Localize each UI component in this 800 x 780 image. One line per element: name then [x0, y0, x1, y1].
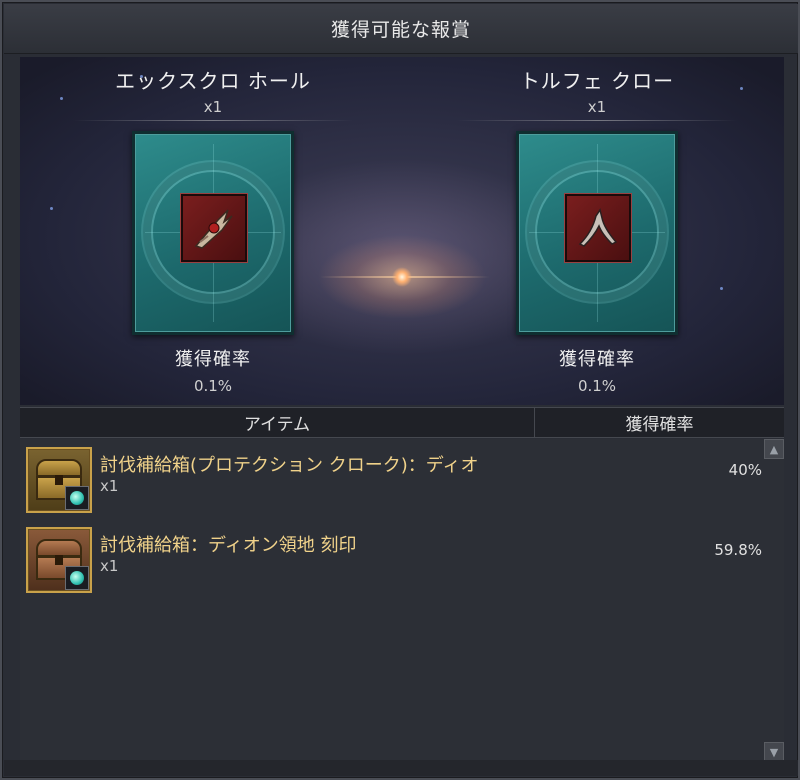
item-quantity: x1: [100, 477, 119, 495]
item-rate: 59.8%: [714, 541, 762, 559]
rate-label: 獲得確率: [559, 349, 635, 370]
reward-quantity: x1: [203, 98, 223, 116]
gem-badge-icon: [65, 486, 89, 510]
item-rate: 40%: [728, 461, 762, 479]
reward-card-1[interactable]: エックスクロ ホール x1 獲得確率 0.1%: [63, 57, 363, 405]
rate-value: 0.1%: [577, 377, 617, 395]
list-item[interactable]: 討伐補給箱(プロテクション クローク)：ディオ x1 40%: [26, 447, 766, 517]
item-list: ▲ ▼ 討伐補給箱(プロテクション クローク)：ディオ x1 40% 討伐補給箱…: [20, 439, 784, 762]
column-header-item[interactable]: アイテム: [20, 408, 535, 437]
rate-label: 獲得確率: [175, 349, 251, 370]
item-name: 討伐補給箱(プロテクション クローク)：ディオ: [100, 455, 479, 476]
scroll-down-button[interactable]: ▼: [764, 742, 784, 762]
divider: [73, 120, 353, 121]
window-footer: [4, 760, 798, 776]
star-sparkle: [50, 207, 53, 210]
list-header: アイテム 獲得確率: [20, 407, 784, 438]
reward-card-frame[interactable]: [132, 131, 294, 335]
reward-window: 獲得可能な報賞 エックスクロ ホール x1 獲得確率 0.1% トルフェ クロー…: [0, 0, 800, 780]
reward-name: エックスクロ ホール: [115, 69, 311, 93]
gem-badge-icon: [65, 566, 89, 590]
gold-chest-icon[interactable]: [26, 447, 92, 513]
claw-weapon-icon[interactable]: [565, 194, 631, 262]
bronze-chest-icon[interactable]: [26, 527, 92, 593]
reward-showcase: エックスクロ ホール x1 獲得確率 0.1% トルフェ クロー x1 獲得確率…: [20, 57, 784, 405]
reward-card-2[interactable]: トルフェ クロー x1 獲得確率 0.1%: [447, 57, 747, 405]
light-flare: [392, 267, 412, 287]
rate-value: 0.1%: [193, 377, 233, 395]
window-title: 獲得可能な報賞: [4, 4, 798, 54]
claw-weapon-icon[interactable]: [181, 194, 247, 262]
scroll-up-button[interactable]: ▲: [764, 439, 784, 459]
column-header-rate[interactable]: 獲得確率: [535, 408, 784, 437]
list-item[interactable]: 討伐補給箱：ディオン領地 刻印 x1 59.8%: [26, 527, 766, 597]
item-name: 討伐補給箱：ディオン領地 刻印: [100, 535, 357, 556]
reward-name: トルフェ クロー: [519, 69, 675, 93]
divider: [457, 120, 737, 121]
item-quantity: x1: [100, 557, 119, 575]
reward-quantity: x1: [587, 98, 607, 116]
reward-card-frame[interactable]: [516, 131, 678, 335]
